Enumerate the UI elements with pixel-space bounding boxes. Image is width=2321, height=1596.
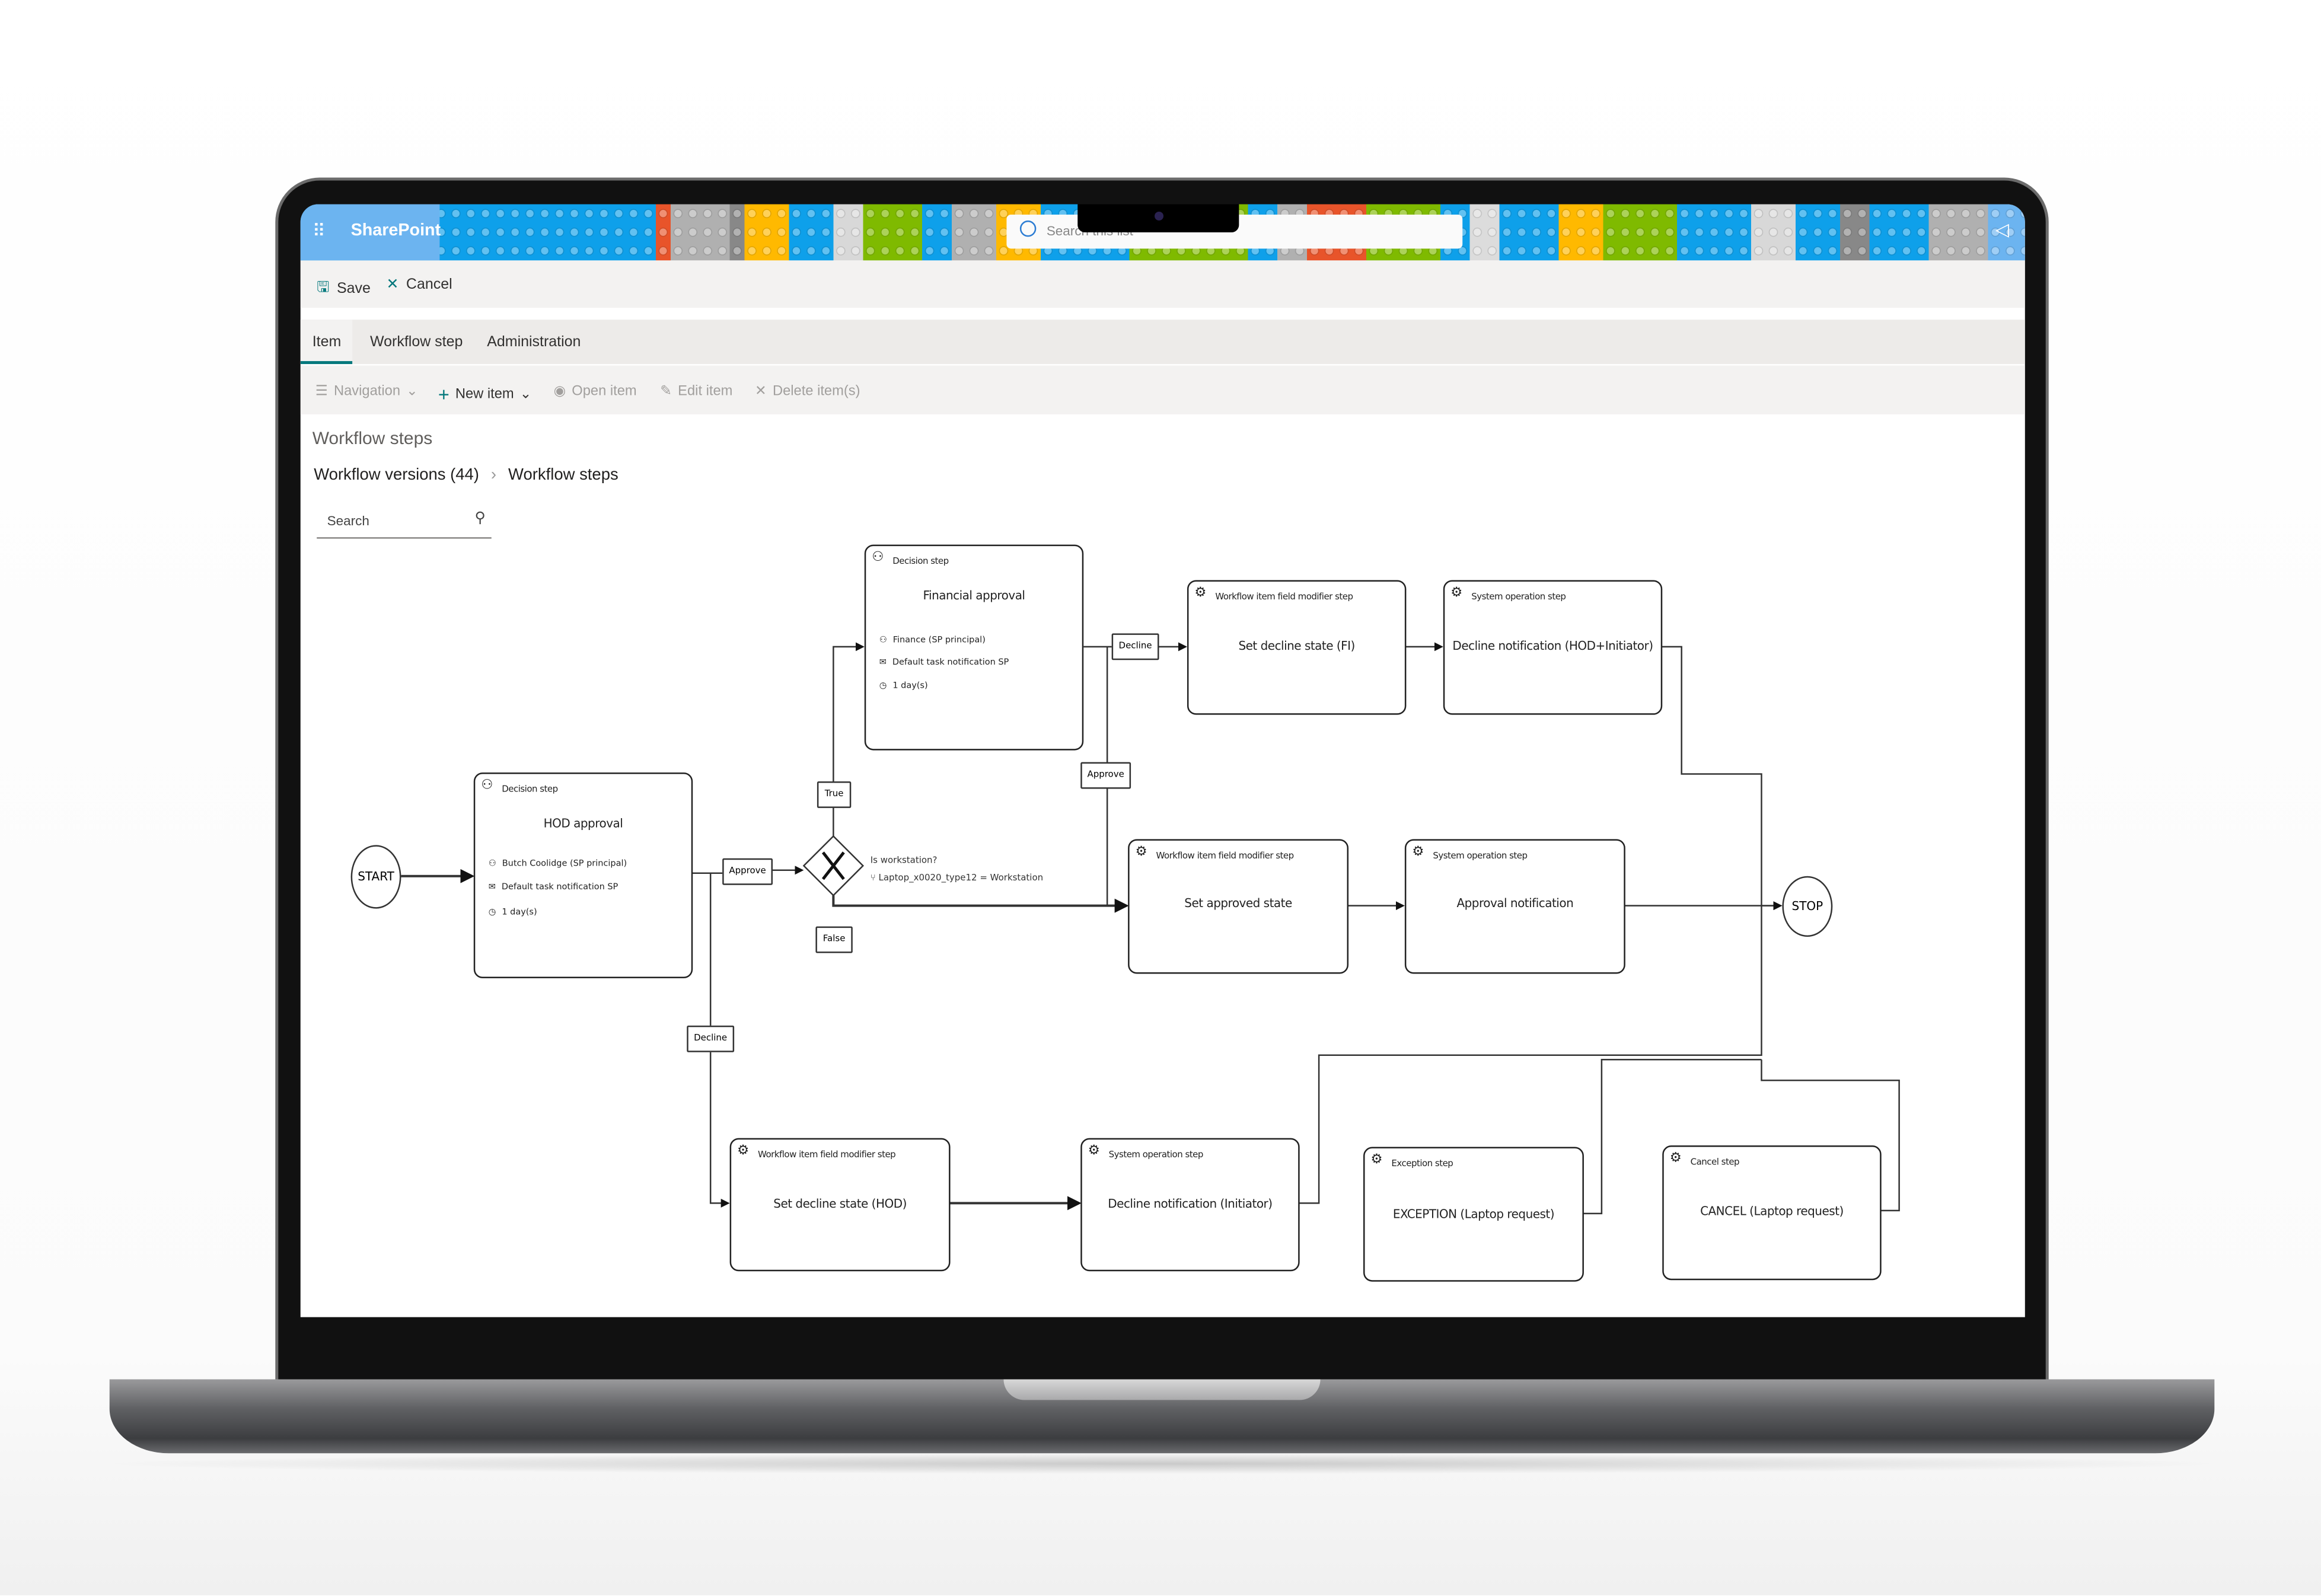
mail-icon: ✉ (488, 883, 496, 893)
step-title: Approval notification (1456, 896, 1574, 911)
gears-icon: ⚙ (1412, 845, 1424, 860)
step-hod-approval[interactable]: ⚇ Decision step HOD approval ⚇ Butch Cool… (473, 773, 693, 978)
assignee-text: Butch Coolidge (SP principal) (502, 860, 627, 869)
step-type: Exception step (1391, 1158, 1453, 1169)
filter-icon: ⑂ (870, 873, 879, 884)
screen: ⠿ SharePoint Search this list ◁ 🖫Save ✕C… (300, 204, 2025, 1317)
workflow-diagram: START STOP ⚇ Decision step HOD approval … (301, 204, 2025, 1317)
user-icon: ⚇ (879, 636, 887, 646)
stop-event[interactable]: STOP (1782, 876, 1833, 937)
step-type: Cancel step (1690, 1157, 1740, 1168)
step-decline-notification-initiator[interactable]: ⚙ System operation step Decline notificat… (1080, 1138, 1300, 1272)
step-type: Workflow item field modifier step (758, 1150, 896, 1161)
gateway-diamond[interactable] (802, 835, 865, 896)
connector (1660, 646, 1783, 911)
camera (1155, 211, 1164, 221)
notification-text: Default task notification SP (501, 883, 618, 893)
step-approval-notification[interactable]: ⚙ System operation step Approval notifica… (1404, 839, 1625, 974)
gears-icon: ⚙ (1450, 586, 1463, 601)
connector (832, 895, 1129, 913)
step-type: Decision step (892, 556, 949, 567)
step-set-approved-state[interactable]: ⚙ Workflow item field modifier step Set a… (1128, 839, 1349, 974)
step-financial-approval[interactable]: ⚇ Decision step Financial approval ⚇ Fina… (864, 544, 1084, 751)
user-icon: ⚇ (488, 860, 496, 869)
step-title: CANCEL (Laptop request) (1700, 1204, 1844, 1218)
due-text: 1 day(s) (502, 908, 537, 918)
label-hod-decline[interactable]: Decline (687, 1025, 735, 1052)
step-title: HOD approval (543, 816, 623, 831)
step-title: Set approved state (1184, 896, 1292, 911)
label-hod-approve[interactable]: Approve (722, 858, 773, 885)
label-true[interactable]: True (817, 781, 852, 808)
step-title: Set decline state (FI) (1238, 639, 1355, 653)
step-type: System operation step (1471, 592, 1566, 602)
step-notification: ✉ Default task notification SP (879, 659, 1009, 668)
label-false[interactable]: False (815, 926, 853, 953)
gears-icon: ⚙ (1135, 845, 1147, 860)
gateway-question: Is workstation? (870, 855, 938, 866)
laptop-opening-notch (1003, 1379, 1321, 1400)
step-type: Workflow item field modifier step (1215, 592, 1353, 602)
camera-notch (1077, 204, 1239, 232)
gears-icon: ⚙ (737, 1144, 750, 1159)
step-title: Decline notification (Initiator) (1108, 1197, 1273, 1211)
step-title: Set decline state (HOD) (773, 1197, 907, 1211)
mail-icon: ✉ (879, 658, 887, 668)
start-event[interactable]: START (350, 845, 401, 909)
users-icon: ⚇ (872, 550, 884, 566)
label-financial-approve[interactable]: Approve (1080, 762, 1131, 789)
label-financial-decline[interactable]: Decline (1111, 633, 1159, 660)
gears-icon: ⚙ (1370, 1153, 1383, 1168)
clock-icon: ◷ (488, 908, 496, 918)
gears-icon: ⚙ (1669, 1151, 1682, 1167)
step-title: Decline notification (HOD+Initiator) (1452, 639, 1653, 653)
step-title: EXCEPTION (Laptop request) (1392, 1207, 1555, 1221)
gears-icon: ⚙ (1194, 586, 1207, 601)
step-type: System operation step (1433, 851, 1528, 861)
step-type: Decision step (502, 784, 558, 795)
gears-icon: ⚙ (1088, 1144, 1100, 1159)
step-type: Workflow item field modifier step (1156, 851, 1295, 861)
gateway-rule-text: Laptop_x0020_type12 = Workstation (878, 873, 1044, 884)
gateway-condition: Is workstation? ⑂ Laptop_x0020_type12 = … (871, 853, 1043, 888)
step-assignee: ⚇ Butch Coolidge (SP principal) (489, 860, 627, 869)
step-cancel[interactable]: ⚙ Cancel step CANCEL (Laptop request) (1662, 1145, 1882, 1281)
step-exception[interactable]: ⚙ Exception step EXCEPTION (Laptop reques… (1363, 1147, 1584, 1282)
step-notification: ✉ Default task notification SP (489, 883, 618, 892)
step-decline-notification-hod-initiator[interactable]: ⚙ System operation step Decline notificat… (1443, 580, 1663, 715)
assignee-text: Finance (SP principal) (892, 636, 986, 646)
users-icon: ⚇ (481, 778, 493, 793)
step-set-decline-fi[interactable]: ⚙ Workflow item field modifier step Set d… (1187, 580, 1407, 715)
step-due: ◷ 1 day(s) (489, 909, 537, 918)
step-set-decline-hod[interactable]: ⚙ Workflow item field modifier step Set d… (729, 1138, 951, 1272)
due-text: 1 day(s) (892, 682, 928, 691)
step-title: Financial approval (923, 589, 1025, 602)
clock-icon: ◷ (879, 682, 887, 691)
notification-text: Default task notification SP (892, 658, 1009, 668)
step-due: ◷ 1 day(s) (879, 682, 928, 691)
gateway-rule: ⑂ Laptop_x0020_type12 = Workstation (871, 870, 1043, 888)
laptop-base (109, 1379, 2215, 1454)
step-type: System operation step (1108, 1150, 1204, 1161)
laptop-shadow (88, 1453, 2236, 1474)
step-assignee: ⚇ Finance (SP principal) (879, 636, 986, 645)
